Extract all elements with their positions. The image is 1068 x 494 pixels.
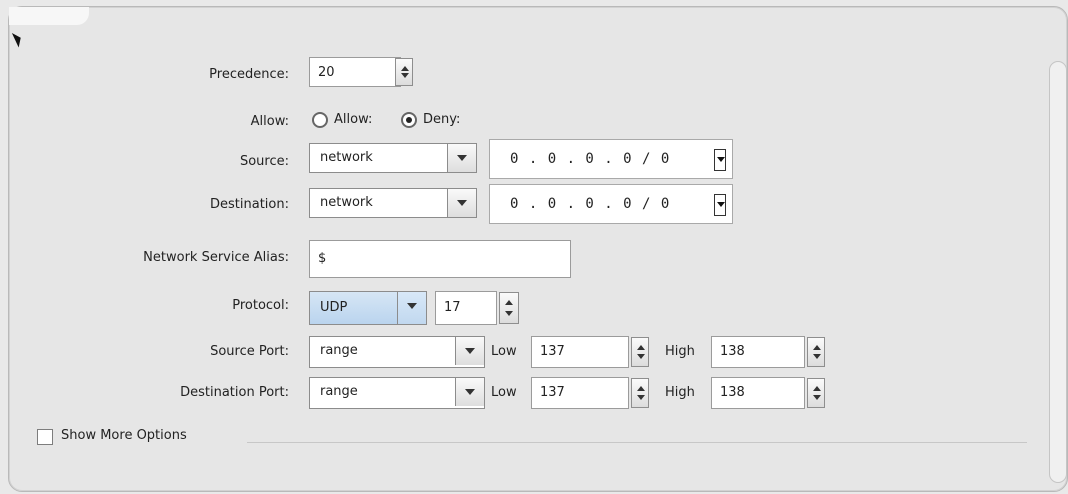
destination-ip-field[interactable]: 0 . 0 . 0 . 0 / 0 — [489, 184, 733, 224]
destination-port-low-input[interactable]: 137 — [531, 377, 629, 409]
source-port-mode-value: range — [320, 343, 358, 358]
network-service-alias-label: Network Service Alias: — [143, 250, 289, 265]
precedence-stepper[interactable] — [395, 58, 413, 86]
deny-option-text: Deny: — [423, 112, 461, 127]
chevron-down-icon[interactable] — [455, 337, 484, 365]
chevron-down-icon[interactable] — [455, 378, 484, 406]
source-type-select[interactable]: network — [309, 143, 477, 173]
chevron-down-icon[interactable] — [447, 144, 476, 172]
destination-port-low-stepper[interactable] — [631, 378, 649, 408]
source-port-low-input[interactable]: 137 — [531, 336, 629, 368]
destination-port-low-label: Low — [491, 385, 517, 400]
deny-radio[interactable] — [401, 112, 417, 128]
source-ip-value: 0 . 0 . 0 . 0 / 0 — [510, 151, 671, 167]
protocol-stepper[interactable] — [499, 292, 519, 324]
source-port-label: Source Port: — [210, 344, 289, 359]
precedence-input[interactable]: 20 — [309, 57, 401, 87]
firewall-rule-panel: Precedence: 20 Allow: Allow: Deny: Sourc… — [8, 6, 1068, 492]
chevron-down-icon[interactable] — [397, 292, 426, 324]
allow-label: Allow: — [250, 114, 289, 129]
destination-type-select[interactable]: network — [309, 188, 477, 218]
source-ip-field[interactable]: 0 . 0 . 0 . 0 / 0 — [489, 139, 733, 179]
source-label: Source: — [239, 154, 289, 169]
destination-ip-dropdown-icon[interactable] — [714, 194, 726, 216]
protocol-label: Protocol: — [232, 298, 289, 313]
mouse-cursor-icon — [11, 30, 25, 48]
destination-port-high-input[interactable]: 138 — [711, 377, 805, 409]
show-more-options-label: Show More Options — [61, 428, 187, 443]
chevron-down-icon[interactable] — [447, 189, 476, 217]
panel-corner — [9, 7, 89, 25]
network-service-alias-input[interactable]: $ — [309, 240, 571, 278]
destination-port-high-label: High — [665, 385, 695, 400]
destination-port-high-stepper[interactable] — [807, 378, 825, 408]
destination-ip-value: 0 . 0 . 0 . 0 / 0 — [510, 196, 671, 212]
destination-port-mode-select[interactable]: range — [309, 377, 485, 409]
protocol-number-input[interactable]: 17 — [435, 291, 497, 325]
source-port-low-label: Low — [491, 344, 517, 359]
source-port-high-label: High — [665, 344, 695, 359]
options-divider — [247, 442, 1027, 443]
destination-port-label: Destination Port: — [180, 385, 289, 400]
source-type-value: network — [320, 150, 373, 165]
destination-type-value: network — [320, 195, 373, 210]
source-ip-dropdown-icon[interactable] — [714, 149, 726, 171]
protocol-select[interactable]: UDP — [309, 291, 427, 325]
destination-label: Destination: — [210, 197, 289, 212]
source-port-low-stepper[interactable] — [631, 337, 649, 367]
source-port-mode-select[interactable]: range — [309, 336, 485, 368]
allow-radio[interactable] — [312, 112, 328, 128]
vertical-scrollbar[interactable] — [1049, 61, 1067, 483]
precedence-label: Precedence: — [209, 67, 289, 82]
protocol-value: UDP — [320, 300, 348, 315]
allow-option-text: Allow: — [334, 112, 373, 127]
destination-port-mode-value: range — [320, 384, 358, 399]
source-port-high-stepper[interactable] — [807, 337, 825, 367]
source-port-high-input[interactable]: 138 — [711, 336, 805, 368]
show-more-options-checkbox[interactable] — [37, 429, 53, 445]
